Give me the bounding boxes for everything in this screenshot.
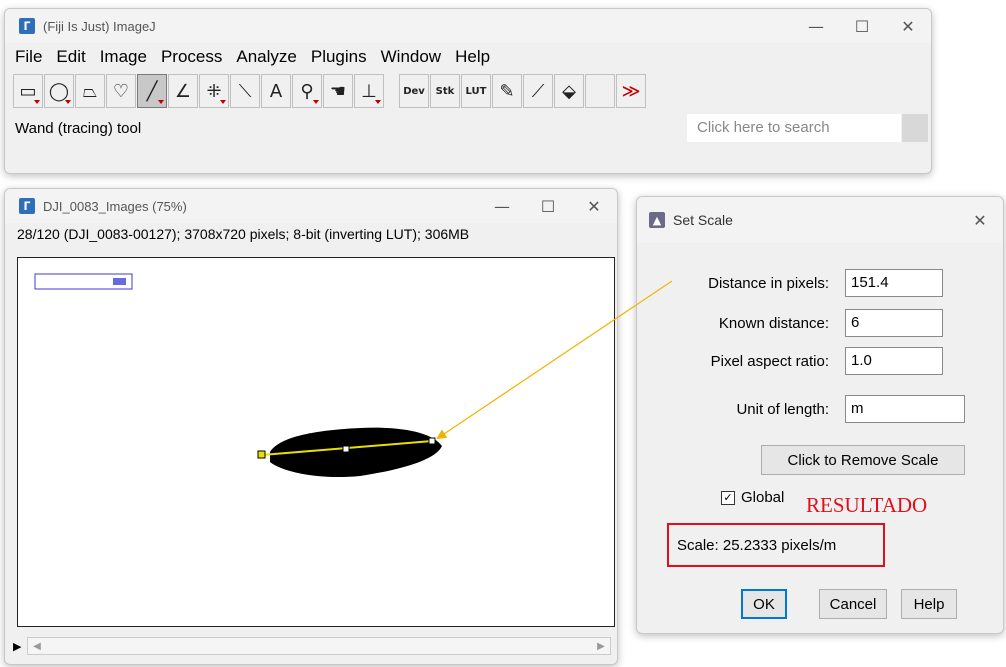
stack-slider[interactable]: ◀ ▶ xyxy=(27,637,611,655)
empty-tool-slot[interactable] xyxy=(585,74,615,108)
close-button[interactable]: ✕ xyxy=(571,189,617,223)
menu-plugins[interactable]: Plugins xyxy=(311,47,367,67)
lut-menu-tool[interactable]: LUT xyxy=(461,74,491,108)
close-button[interactable]: ✕ xyxy=(885,9,931,43)
ok-button[interactable]: OK xyxy=(741,589,787,619)
distance-label: Distance in pixels: xyxy=(708,275,829,292)
minimize-button[interactable]: — xyxy=(793,9,839,43)
minimize-button[interactable]: — xyxy=(479,189,525,223)
oval-tool-icon[interactable]: ◯ xyxy=(44,74,74,108)
search-input[interactable]: Click here to search xyxy=(687,114,901,142)
help-button[interactable]: Help xyxy=(901,589,957,619)
menu-bar: File Edit Image Process Analyze Plugins … xyxy=(5,43,931,71)
more-tools-icon[interactable]: ≫ xyxy=(616,74,646,108)
cancel-button[interactable]: Cancel xyxy=(819,589,887,619)
polygon-tool-icon[interactable]: ⏢ xyxy=(75,74,105,108)
aspect-ratio-label: Pixel aspect ratio: xyxy=(710,353,829,370)
image-window-title: DJI_0083_Images (75%) xyxy=(43,198,187,214)
scroll-left-icon[interactable]: ◀ xyxy=(30,639,44,653)
image-canvas[interactable] xyxy=(17,257,615,627)
flood-fill-tool-icon[interactable]: ⬙ xyxy=(554,74,584,108)
distance-input[interactable]: 151.4 xyxy=(845,269,943,297)
scroll-right-icon[interactable]: ▶ xyxy=(594,639,608,653)
aspect-ratio-input[interactable]: 1.0 xyxy=(845,347,943,375)
menu-image[interactable]: Image xyxy=(100,47,147,67)
brush-tool-icon[interactable]: ⟋ xyxy=(523,74,553,108)
tool-bar: ▭ ◯ ⏢ ♡ ╱ ∠ ⁜ ⟍ A ⚲ ☚ ⊥ Dev Stk LUT ✎ ⟋ … xyxy=(5,71,931,111)
text-tool-icon[interactable]: A xyxy=(261,74,291,108)
fiji-app-icon: ᒥ xyxy=(19,198,35,214)
maximize-button[interactable]: ☐ xyxy=(839,9,885,43)
global-checkbox-row[interactable]: ✓ Global xyxy=(721,489,784,506)
menu-file[interactable]: File xyxy=(15,47,42,67)
play-animation-icon[interactable]: ▶ xyxy=(13,640,27,653)
menu-help[interactable]: Help xyxy=(455,47,490,67)
dialog-close-button[interactable]: ✕ xyxy=(957,197,1003,243)
straight-line-tool-icon[interactable]: ╱ xyxy=(137,74,167,108)
wand-tool-icon[interactable]: ⟍ xyxy=(230,74,260,108)
known-distance-label: Known distance: xyxy=(718,315,829,332)
dialog-title: Set Scale xyxy=(673,212,733,228)
dialog-titlebar[interactable]: ▲ Set Scale ✕ xyxy=(637,197,1003,243)
dialog-icon: ▲ xyxy=(649,212,665,228)
search-button[interactable] xyxy=(902,114,928,142)
point-tool-icon[interactable]: ⁜ xyxy=(199,74,229,108)
global-checkbox[interactable]: ✓ xyxy=(721,490,735,505)
remove-scale-button[interactable]: Click to Remove Scale xyxy=(761,445,965,475)
rectangle-tool-icon[interactable]: ▭ xyxy=(13,74,43,108)
menu-window[interactable]: Window xyxy=(381,47,441,67)
zoom-tool-icon[interactable]: ⚲ xyxy=(292,74,322,108)
pencil-tool-icon[interactable]: ✎ xyxy=(492,74,522,108)
stack-scroll-row: ▶ ◀ ▶ xyxy=(13,635,615,657)
imagej-main-window: ᒥ (Fiji Is Just) ImageJ — ☐ ✕ File Edit … xyxy=(4,8,932,174)
menu-analyze[interactable]: Analyze xyxy=(236,47,296,67)
unit-input[interactable]: m xyxy=(845,395,965,423)
fiji-app-icon: ᒥ xyxy=(19,18,35,34)
angle-tool-icon[interactable]: ∠ xyxy=(168,74,198,108)
stk-menu-tool[interactable]: Stk xyxy=(430,74,460,108)
image-window: ᒥ DJI_0083_Images (75%) — ☐ ✕ 28/120 (DJ… xyxy=(4,188,618,665)
image-titlebar[interactable]: ᒥ DJI_0083_Images (75%) — ☐ ✕ xyxy=(5,189,617,223)
main-titlebar[interactable]: ᒥ (Fiji Is Just) ImageJ — ☐ ✕ xyxy=(5,9,931,43)
unit-label: Unit of length: xyxy=(736,401,829,418)
resultado-annotation: RESULTADO xyxy=(806,493,928,517)
scale-result-text: Scale: 25.2333 pixels/m xyxy=(667,523,885,567)
global-label: Global xyxy=(741,489,785,506)
maximize-button[interactable]: ☐ xyxy=(525,189,571,223)
status-row: Wand (tracing) tool Click here to search xyxy=(5,111,931,145)
image-info-text: 28/120 (DJI_0083-00127); 3708x720 pixels… xyxy=(17,226,470,242)
color-picker-tool-icon[interactable]: ⊥ xyxy=(354,74,384,108)
main-window-title: (Fiji Is Just) ImageJ xyxy=(43,18,156,34)
menu-process[interactable]: Process xyxy=(161,47,222,67)
hand-tool-icon[interactable]: ☚ xyxy=(323,74,353,108)
status-text: Wand (tracing) tool xyxy=(15,119,142,137)
dev-menu-tool[interactable]: Dev xyxy=(399,74,429,108)
set-scale-dialog: ▲ Set Scale ✕ Distance in pixels: 151.4 … xyxy=(636,196,1004,634)
known-distance-input[interactable]: 6 xyxy=(845,309,943,337)
freehand-tool-icon[interactable]: ♡ xyxy=(106,74,136,108)
menu-edit[interactable]: Edit xyxy=(56,47,85,67)
